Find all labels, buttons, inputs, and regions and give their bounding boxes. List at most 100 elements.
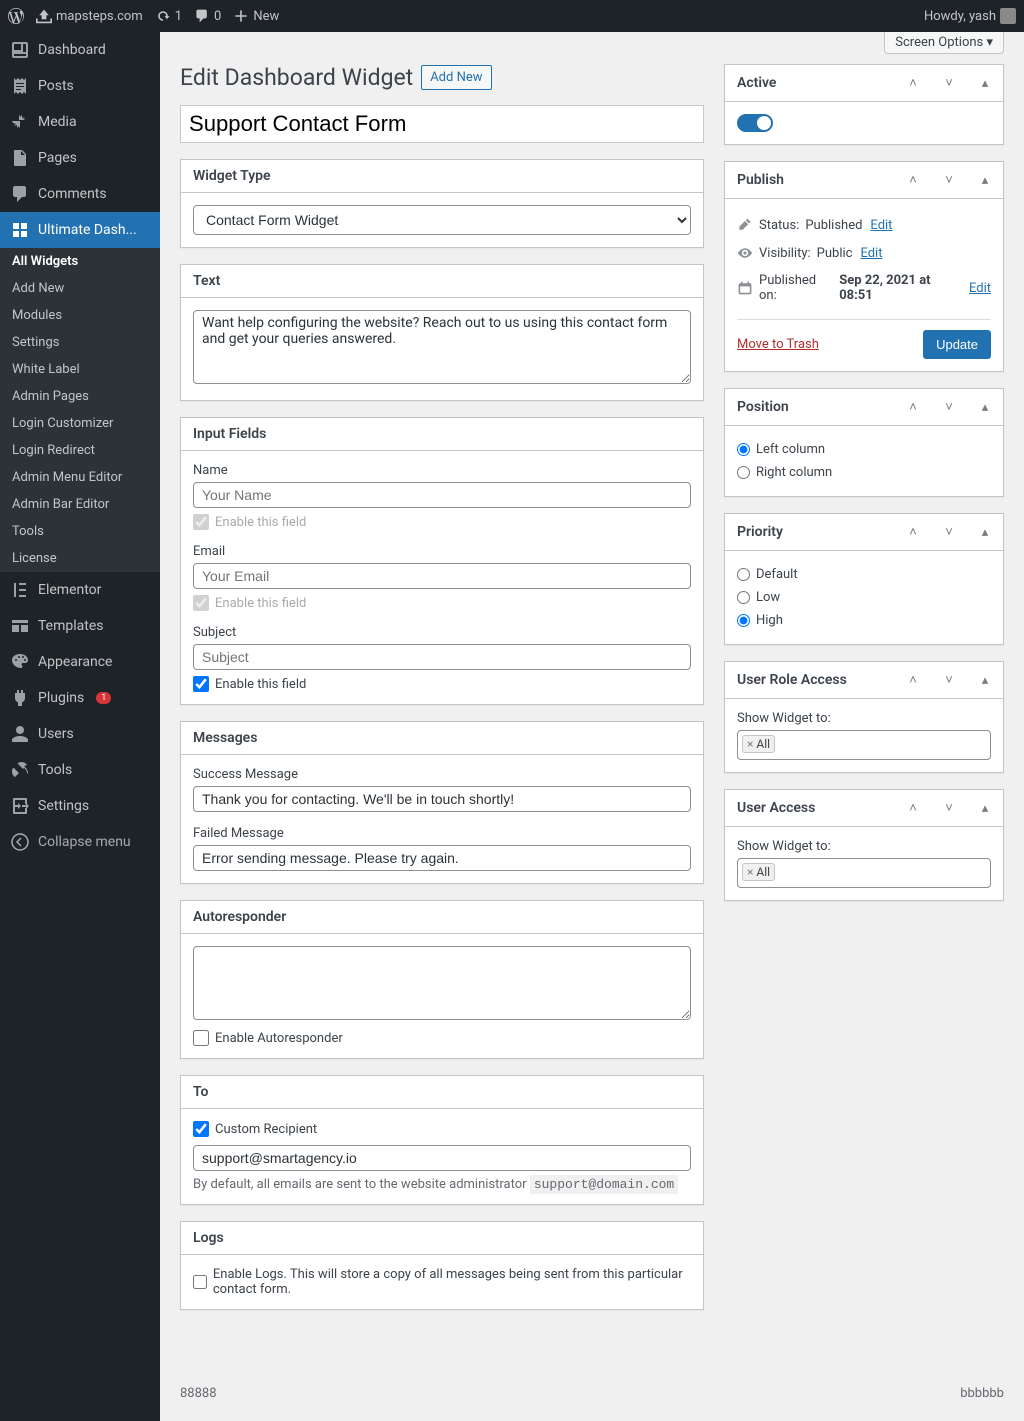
user-role-tagbox[interactable]: ×All <box>737 730 991 760</box>
menu-settings[interactable]: Settings <box>0 788 160 824</box>
priority-box: Priority˄˅▴ Default Low High <box>724 513 1004 645</box>
subject-input[interactable] <box>193 644 691 670</box>
failed-label: Failed Message <box>193 826 691 841</box>
priority-default-radio[interactable] <box>737 568 750 581</box>
edit-status-link[interactable]: Edit <box>870 218 892 233</box>
menu-pages[interactable]: Pages <box>0 140 160 176</box>
submenu-modules[interactable]: Modules <box>0 302 160 329</box>
submenu-settings[interactable]: Settings <box>0 329 160 356</box>
menu-plugins[interactable]: Plugins1 <box>0 680 160 716</box>
toggle-icon[interactable]: ▴ <box>967 389 1003 425</box>
position-box: Position˄˅▴ Left column Right column <box>724 388 1004 497</box>
autoresponder-textarea[interactable] <box>193 946 691 1020</box>
menu-media[interactable]: Media <box>0 104 160 140</box>
email-enable-checkbox <box>193 595 209 611</box>
messages-box: Messages Success Message Failed Message <box>180 721 704 884</box>
howdy-link[interactable]: Howdy, yash <box>924 8 1016 24</box>
update-button[interactable]: Update <box>923 330 991 359</box>
submenu-license[interactable]: License <box>0 545 160 572</box>
status-row: Status: Published Edit <box>737 211 991 239</box>
chevron-up-icon[interactable]: ˄ <box>895 389 931 425</box>
submenu-white-label[interactable]: White Label <box>0 356 160 383</box>
chevron-up-icon[interactable]: ˄ <box>895 662 931 698</box>
logs-enable-checkbox[interactable] <box>193 1274 207 1290</box>
menu-posts[interactable]: Posts <box>0 68 160 104</box>
to-description: By default, all emails are sent to the w… <box>193 1177 691 1192</box>
chevron-up-icon[interactable]: ˄ <box>895 790 931 826</box>
success-input[interactable] <box>193 786 691 812</box>
submenu-admin-pages[interactable]: Admin Pages <box>0 383 160 410</box>
chevron-down-icon[interactable]: ˅ <box>931 662 967 698</box>
user-access-tagbox[interactable]: ×All <box>737 858 991 888</box>
submenu-login-redirect[interactable]: Login Redirect <box>0 437 160 464</box>
edit-date-link[interactable]: Edit <box>969 281 991 296</box>
text-textarea[interactable]: Want help configuring the website? Reach… <box>193 310 691 384</box>
tag-remove-icon[interactable]: × <box>747 865 753 879</box>
show-to-label: Show Widget to: <box>737 839 991 854</box>
widget-type-select[interactable]: Contact Form Widget <box>193 205 691 235</box>
screen-options-button[interactable]: Screen Options ▾ <box>884 32 1004 54</box>
submenu-add-new[interactable]: Add New <box>0 275 160 302</box>
tag-remove-icon[interactable]: × <box>747 737 753 751</box>
published-row: Published on: Sep 22, 2021 at 08:51 Edit <box>737 267 991 309</box>
add-new-button[interactable]: Add New <box>421 65 491 90</box>
menu-dashboard[interactable]: Dashboard <box>0 32 160 68</box>
autoresponder-box: Autoresponder Enable Autoresponder <box>180 900 704 1059</box>
chevron-up-icon[interactable]: ˄ <box>895 514 931 550</box>
chevron-down-icon[interactable]: ˅ <box>931 514 967 550</box>
menu-appearance[interactable]: Appearance <box>0 644 160 680</box>
trash-link[interactable]: Move to Trash <box>737 337 819 352</box>
autoresponder-enable-checkbox[interactable] <box>193 1030 209 1046</box>
submenu-all-widgets[interactable]: All Widgets <box>0 248 160 275</box>
failed-input[interactable] <box>193 845 691 871</box>
position-right-radio[interactable] <box>737 466 750 479</box>
chevron-up-icon[interactable]: ˄ <box>895 65 931 101</box>
subject-enable-checkbox[interactable] <box>193 676 209 692</box>
post-title-input[interactable] <box>180 105 704 143</box>
plugins-badge: 1 <box>96 692 111 704</box>
updates-link[interactable]: 1 <box>155 8 182 24</box>
menu-users[interactable]: Users <box>0 716 160 752</box>
submenu-admin-menu-editor[interactable]: Admin Menu Editor <box>0 464 160 491</box>
submenu: All Widgets Add New Modules Settings Whi… <box>0 248 160 572</box>
priority-high-radio[interactable] <box>737 614 750 627</box>
email-input[interactable] <box>193 563 691 589</box>
chevron-up-icon[interactable]: ˄ <box>895 162 931 198</box>
comments-link[interactable]: 0 <box>194 8 221 24</box>
edit-visibility-link[interactable]: Edit <box>860 246 882 261</box>
submenu-admin-bar-editor[interactable]: Admin Bar Editor <box>0 491 160 518</box>
custom-recipient-checkbox[interactable] <box>193 1121 209 1137</box>
chevron-down-icon[interactable]: ˅ <box>931 162 967 198</box>
menu-comments[interactable]: Comments <box>0 176 160 212</box>
toggle-icon[interactable]: ▴ <box>967 790 1003 826</box>
toggle-icon[interactable]: ▴ <box>967 662 1003 698</box>
priority-low-radio[interactable] <box>737 591 750 604</box>
submenu-tools[interactable]: Tools <box>0 518 160 545</box>
menu-tools[interactable]: Tools <box>0 752 160 788</box>
toggle-icon[interactable]: ▴ <box>967 162 1003 198</box>
toggle-icon[interactable]: ▴ <box>967 65 1003 101</box>
site-link[interactable]: mapsteps.com <box>36 8 143 24</box>
footer: 88888 bbbbbb <box>160 1366 1024 1421</box>
menu-ultimate-dash[interactable]: Ultimate Dash... <box>0 212 160 248</box>
success-label: Success Message <box>193 767 691 782</box>
admin-bar: mapsteps.com 1 0 New Howdy, yash <box>0 0 1024 32</box>
submenu-login-customizer[interactable]: Login Customizer <box>0 410 160 437</box>
new-link[interactable]: New <box>233 8 279 24</box>
logs-box: Logs Enable Logs. This will store a copy… <box>180 1221 704 1310</box>
active-toggle[interactable] <box>737 114 773 132</box>
wp-logo[interactable] <box>8 8 24 24</box>
menu-collapse[interactable]: Collapse menu <box>0 824 160 860</box>
to-box: To Custom Recipient By default, all emai… <box>180 1075 704 1205</box>
menu-elementor[interactable]: Elementor <box>0 572 160 608</box>
user-access-box: User Access˄˅▴ Show Widget to: ×All <box>724 789 1004 901</box>
chevron-down-icon[interactable]: ˅ <box>931 65 967 101</box>
recipient-input[interactable] <box>193 1145 691 1171</box>
admin-sidebar: Dashboard Posts Media Pages Comments Ult… <box>0 32 160 1421</box>
chevron-down-icon[interactable]: ˅ <box>931 790 967 826</box>
position-left-radio[interactable] <box>737 443 750 456</box>
chevron-down-icon[interactable]: ˅ <box>931 389 967 425</box>
name-input[interactable] <box>193 482 691 508</box>
toggle-icon[interactable]: ▴ <box>967 514 1003 550</box>
menu-templates[interactable]: Templates <box>0 608 160 644</box>
